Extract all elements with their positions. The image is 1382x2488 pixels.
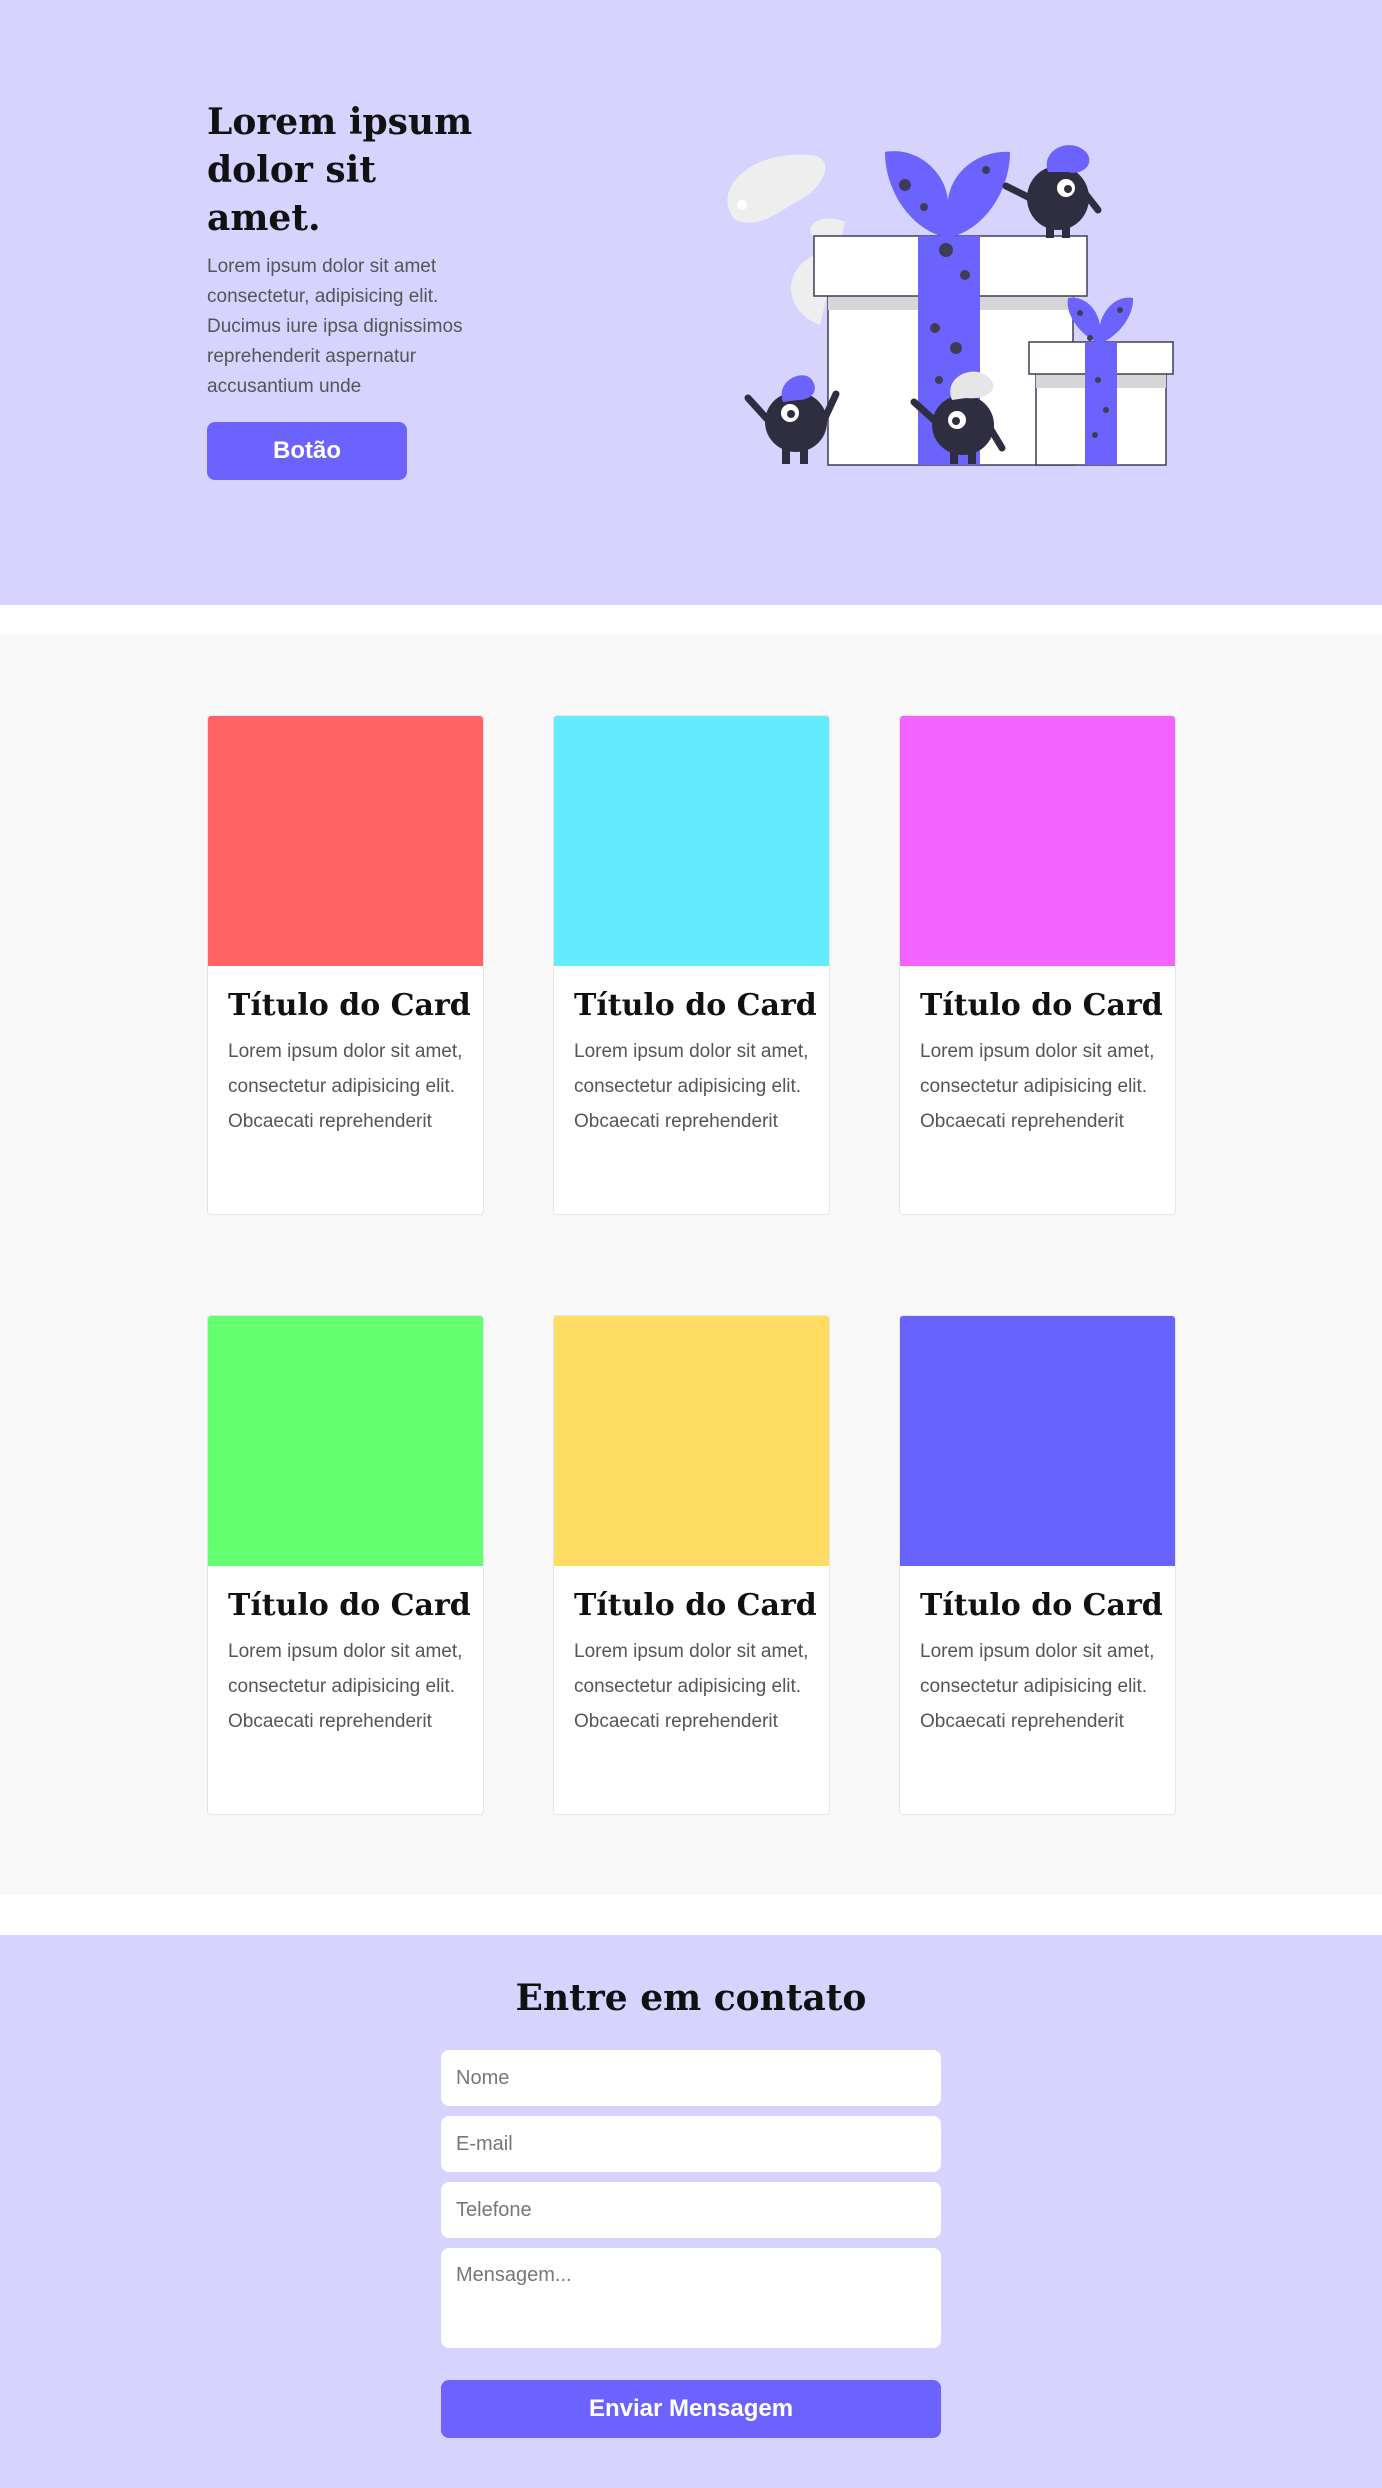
hero-button[interactable]: Botão <box>207 422 407 480</box>
card-image <box>208 1316 483 1566</box>
gift-boxes-illustration <box>727 145 1174 466</box>
card-title: Título do Card <box>228 1588 471 1623</box>
card-text: Lorem ipsum dolor sit amet, consectetur … <box>574 1041 809 1132</box>
card[interactable]: Título do Card Lorem ipsum dolor sit ame… <box>899 1315 1176 1815</box>
card-title: Título do Card <box>228 988 471 1023</box>
card[interactable]: Título do Card Lorem ipsum dolor sit ame… <box>553 1315 830 1815</box>
card-body: Título do Card Lorem ipsum dolor sit ame… <box>208 966 483 1139</box>
card-body: Título do Card Lorem ipsum dolor sit ame… <box>208 1566 483 1739</box>
card-image <box>900 716 1175 966</box>
card-title: Título do Card <box>920 988 1163 1023</box>
monster-character <box>1002 145 1102 238</box>
card-text: Lorem ipsum dolor sit amet, consectetur … <box>920 1041 1155 1132</box>
card-body: Título do Card Lorem ipsum dolor sit ame… <box>554 966 829 1139</box>
card[interactable]: Título do Card Lorem ipsum dolor sit ame… <box>207 1315 484 1815</box>
card[interactable]: Título do Card Lorem ipsum dolor sit ame… <box>207 715 484 1215</box>
phone-field[interactable] <box>441 2182 941 2238</box>
card-title: Título do Card <box>574 988 817 1023</box>
card-image <box>900 1316 1175 1566</box>
card-text: Lorem ipsum dolor sit amet, consectetur … <box>574 1641 809 1732</box>
card-body: Título do Card Lorem ipsum dolor sit ame… <box>900 966 1175 1139</box>
contact-section: Entre em contato Enviar Mensagem <box>0 1935 1382 2488</box>
card-image <box>208 716 483 966</box>
email-field[interactable] <box>441 2116 941 2172</box>
monster-character <box>744 375 840 464</box>
card[interactable]: Título do Card Lorem ipsum dolor sit ame… <box>899 715 1176 1215</box>
contact-title: Entre em contato <box>515 1977 867 2019</box>
hero-section: Lorem ipsum dolor sit amet. Lorem ipsum … <box>0 0 1382 605</box>
name-field[interactable] <box>441 2050 941 2106</box>
card-text: Lorem ipsum dolor sit amet, consectetur … <box>920 1641 1155 1732</box>
card-body: Título do Card Lorem ipsum dolor sit ame… <box>900 1566 1175 1739</box>
card-title: Título do Card <box>574 1588 817 1623</box>
send-message-button[interactable]: Enviar Mensagem <box>441 2380 941 2438</box>
card-image <box>554 716 829 966</box>
card-body: Título do Card Lorem ipsum dolor sit ame… <box>554 1566 829 1739</box>
hero-text-block: Lorem ipsum dolor sit amet. Lorem ipsum … <box>207 98 497 480</box>
message-field[interactable] <box>441 2248 941 2348</box>
card-image <box>554 1316 829 1566</box>
card-text: Lorem ipsum dolor sit amet, consectetur … <box>228 1041 463 1132</box>
cards-section: Título do Card Lorem ipsum dolor sit ame… <box>0 635 1382 1895</box>
card-text: Lorem ipsum dolor sit amet, consectetur … <box>228 1641 463 1732</box>
card[interactable]: Título do Card Lorem ipsum dolor sit ame… <box>553 715 830 1215</box>
hero-description: Lorem ipsum dolor sit amet consectetur, … <box>207 256 463 397</box>
hero-title: Lorem ipsum dolor sit amet. <box>207 101 473 239</box>
card-title: Título do Card <box>920 1588 1163 1623</box>
